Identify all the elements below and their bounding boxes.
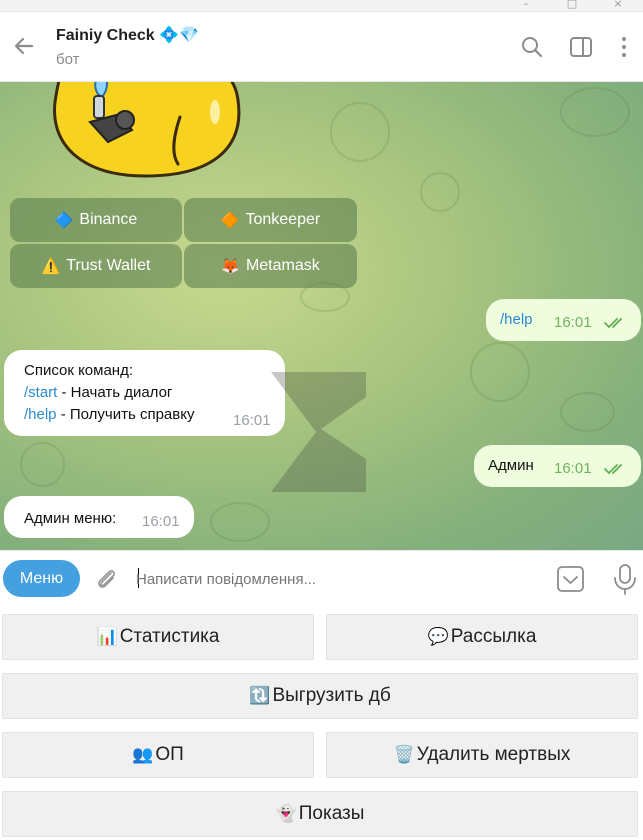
message-composer: Меню [0, 550, 643, 606]
message-input[interactable] [136, 561, 536, 597]
close-icon[interactable]: × [595, 0, 641, 12]
help-command-link[interactable]: /help [24, 406, 57, 423]
wallpaper-doodle [420, 172, 460, 212]
incoming-message[interactable]: Админ меню: 16:01 [4, 496, 194, 538]
wallpaper-doodle [470, 342, 530, 402]
reply-button-label: Рассылка [450, 626, 537, 647]
reply-button-export-db[interactable]: 🔃 Выгрузить дб [2, 673, 638, 719]
command-description: - Начать диалог [57, 384, 173, 401]
users-icon: 👥 [132, 745, 154, 764]
more-options-icon[interactable] [611, 34, 637, 60]
reply-button-label: ОП [155, 744, 184, 765]
wallpaper-doodle [560, 392, 615, 432]
inline-button-label: Metamask [245, 257, 320, 274]
reply-button-label: Выгрузить дб [272, 685, 391, 706]
inline-button-tonkeeper[interactable]: 🔶 Tonkeeper [184, 198, 357, 242]
message-text: Админ [488, 457, 534, 474]
message-text: Админ меню: [24, 510, 117, 527]
tonkeeper-diamond-icon: 🔶 [220, 212, 240, 229]
back-arrow-icon[interactable] [10, 32, 38, 60]
warning-icon: ⚠️ [41, 258, 61, 275]
start-command-link[interactable]: /start [24, 384, 57, 401]
inline-button-binance[interactable]: 🔷 Binance [10, 198, 182, 242]
reply-button-impressions[interactable]: 👻 Показы [2, 791, 638, 837]
refresh-arrows-icon: 🔃 [249, 686, 271, 705]
window-titlebar: – □ × [0, 0, 643, 12]
microphone-icon[interactable] [612, 563, 638, 595]
inline-button-metamask[interactable]: 🦊 Metamask [184, 244, 357, 288]
inline-button-label: Trust Wallet [66, 257, 151, 274]
reply-button-label: Статистика [119, 626, 220, 647]
inline-button-label: Tonkeeper [245, 211, 321, 228]
message-time: 16:01 [233, 412, 271, 429]
command-line: /start - Начать диалог [24, 382, 172, 404]
command-description: - Получить справку [56, 406, 195, 423]
message-text[interactable]: /help [500, 309, 533, 331]
message-text: Список команд: [24, 362, 134, 379]
chat-area[interactable]: 🔷 Binance 🔶 Tonkeeper ⚠️ Trust Wallet 🦊 … [0, 82, 643, 550]
command-line: /help - Получить справку [24, 404, 194, 426]
trash-can-icon: 🗑️ [393, 745, 415, 764]
wallpaper-doodle [20, 442, 65, 487]
wallpaper-doodle [330, 102, 390, 162]
speech-bubble-icon: 💬 [427, 627, 449, 646]
fox-icon: 🦊 [221, 258, 240, 275]
bar-chart-icon: 📊 [96, 627, 118, 646]
minimize-icon[interactable]: – [503, 0, 549, 12]
read-checkmarks-icon [604, 464, 622, 475]
reply-button-mailing[interactable]: 💬 Рассылка [326, 614, 638, 660]
inline-button-label: Binance [79, 211, 138, 228]
wallpaper-doodle [210, 502, 270, 542]
attach-paperclip-icon[interactable] [93, 565, 121, 593]
menu-button[interactable]: Меню [3, 560, 80, 597]
ghost-icon: 👻 [275, 804, 297, 823]
message-time: 16:01 [554, 460, 592, 477]
sigma-watermark [271, 372, 366, 492]
message-time: 16:01 [554, 314, 592, 331]
search-icon[interactable] [519, 34, 545, 60]
wallpaper-doodle [560, 87, 630, 137]
reply-button-delete-dead[interactable]: 🗑️ Удалить мертвых [326, 732, 638, 778]
message-time: 16:01 [142, 513, 180, 530]
reply-button-label: Показы [298, 803, 365, 824]
duck-sticker[interactable] [50, 82, 245, 180]
sidebar-toggle-icon[interactable] [568, 34, 594, 60]
incoming-message[interactable]: Список команд: /start - Начать диалог /h… [4, 350, 285, 436]
reply-button-label: Удалить мертвых [416, 744, 571, 765]
reply-button-op[interactable]: 👥 ОП [2, 732, 314, 778]
outgoing-message[interactable]: Админ 16:01 [474, 445, 641, 487]
chat-header: Fainiy Check 💠💎 бот [0, 12, 643, 82]
reply-button-statistics[interactable]: 📊 Статистика [2, 614, 314, 660]
outgoing-message[interactable]: /help 16:01 [486, 299, 641, 341]
chat-subtitle: бот [56, 51, 80, 68]
maximize-icon[interactable]: □ [549, 0, 595, 12]
inline-button-trust-wallet[interactable]: ⚠️ Trust Wallet [10, 244, 182, 288]
chat-title[interactable]: Fainiy Check 💠💎 [56, 25, 199, 45]
binance-diamond-icon: 🔷 [54, 212, 74, 229]
read-checkmarks-icon [604, 318, 622, 329]
keyboard-toggle-icon[interactable] [556, 564, 586, 594]
